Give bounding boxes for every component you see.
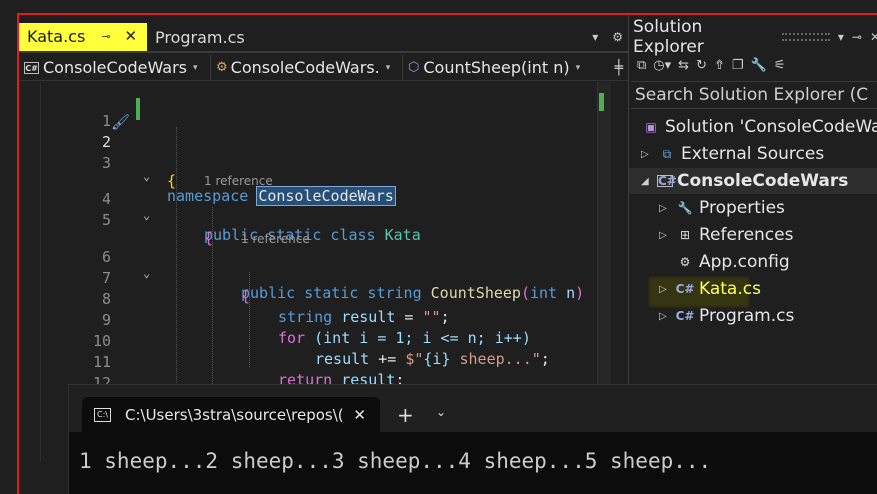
terminal-tab[interactable]: C:\ C:\Users\3stra\source\repos\( ✕ (82, 397, 380, 432)
visual-studio-window: Kata.cs ⊸ ✕ Program.cs ▾ ⚙ C# ConsoleCod… (17, 13, 877, 494)
class-name: ConsoleCodeWars. (230, 58, 380, 77)
collapse-all-icon[interactable]: ⇮ (714, 58, 725, 73)
tree-item-project[interactable]: ◢ C# ConsoleCodeWars (641, 168, 848, 194)
external-sources-icon: ⧉ (662, 146, 672, 161)
code-line: 11 return result; (19, 335, 619, 389)
terminal-tab-title: C:\Users\3stra\source\repos\( (125, 405, 344, 424)
expand-arrow-icon[interactable]: ▷ (659, 284, 675, 295)
sync-icon[interactable]: ⇆ (678, 58, 689, 73)
switch-views-icon[interactable]: ⧉ (637, 58, 646, 73)
terminal-tab-bar: C:\ C:\Users\3stra\source\repos\( ✕ + ⌄ (69, 385, 877, 432)
pin-icon[interactable]: ⊸ (852, 30, 862, 44)
code-line: 5 { (19, 193, 619, 247)
code-line: 7 { (19, 251, 619, 305)
code-line: 12 } (19, 356, 619, 410)
chevron-down-icon[interactable]: ⌄ (436, 405, 446, 419)
tree-item-properties[interactable]: ▷ 🔧 Properties (659, 195, 785, 221)
tree-item-label: References (699, 225, 794, 245)
settings-gear-icon[interactable]: ⚙ (612, 30, 623, 44)
collapse-arrow-icon[interactable]: ◢ (641, 176, 657, 187)
chevron-down-icon: ▾ (385, 62, 391, 73)
tree-item-kata-cs[interactable]: ▷ C# Kata.cs (659, 276, 761, 302)
expand-arrow-icon[interactable]: ▷ (659, 311, 675, 322)
tree-item-label: Program.cs (699, 306, 795, 326)
codelens-line: 1 reference (19, 214, 619, 246)
tab-label: Program.cs (155, 27, 245, 47)
code-line: 4 ⌄ public static class Kata (19, 172, 619, 244)
code-line: 1 (19, 94, 619, 130)
new-tab-plus-icon[interactable]: + (397, 403, 414, 427)
tree-item-app-config[interactable]: ⚙ App.config (675, 249, 790, 275)
close-icon[interactable]: ✕ (870, 30, 877, 44)
project-name: ConsoleCodeWars (43, 58, 187, 77)
chevron-down-icon: ▾ (575, 62, 581, 73)
tree-item-label: Solution 'ConsoleCodeWa (665, 117, 877, 137)
search-placeholder: Search Solution Explorer (C (635, 85, 869, 105)
navigation-bar: C# ConsoleCodeWars ▾ ⚙ ConsoleCodeWars. … (19, 55, 629, 81)
class-icon: ⚙ (216, 60, 228, 75)
solution-explorer-toolbar: ⧉ ◷▾ ⇆ ↻ ⇮ ❐ 🔧 ⚟ (629, 53, 877, 77)
member-dropdown[interactable]: ⬡ CountSheep(int n) ▾ (403, 55, 593, 80)
history-icon[interactable]: ◷▾ (653, 58, 671, 73)
code-line: 10 result += $"{i} sheep..."; (19, 314, 619, 368)
class-dropdown[interactable]: ⚙ ConsoleCodeWars. ▾ (211, 55, 403, 80)
code-line: 2 🖌 ⌄ namespace ConsoleCodeWars (19, 113, 619, 206)
panel-title: Solution Explorer (633, 17, 704, 57)
tab-label: Kata.cs (27, 26, 86, 46)
config-file-icon: ⚙ (679, 255, 691, 269)
close-icon[interactable]: ✕ (125, 27, 138, 45)
csharp-file-icon: C# (675, 309, 695, 323)
tree-item-label: ConsoleCodeWars (677, 171, 849, 191)
tab-dropdown-icon[interactable]: ▾ (592, 30, 598, 44)
solution-icon: ▣ (645, 120, 657, 134)
tree-item-label: App.config (699, 252, 790, 272)
references-icon: ⊞ (679, 228, 691, 242)
split-editor-icon[interactable]: ╪ (615, 60, 629, 76)
tab-program-cs[interactable]: Program.cs (147, 23, 257, 51)
expand-arrow-icon[interactable]: ▷ (659, 203, 675, 214)
refresh-icon[interactable]: ↻ (696, 58, 707, 73)
wrench-icon: 🔧 (677, 201, 693, 215)
code-line: 6 ⌄ public static string CountSheep(int … (19, 230, 619, 302)
tree-item-label: Properties (699, 198, 785, 218)
preview-icon[interactable]: ⚟ (774, 58, 786, 73)
csharp-project-icon: C# (657, 174, 677, 188)
code-line: 8 string result = ""; (19, 272, 619, 326)
search-solution-explorer-input[interactable]: Search Solution Explorer (C (631, 81, 877, 109)
terminal-window: C:\ C:\Users\3stra\source\repos\( ✕ + ⌄ … (68, 384, 877, 494)
tree-item-label: Kata.cs (699, 279, 761, 299)
solution-explorer-header: Solution Explorer ▾ ⊸ ✕ (629, 17, 877, 57)
show-all-files-icon[interactable]: ❐ (732, 58, 744, 73)
command-prompt-icon: C:\ (94, 407, 111, 422)
tab-kata-cs[interactable]: Kata.cs ⊸ ✕ (19, 23, 147, 51)
expand-arrow-icon[interactable]: ▷ (641, 149, 657, 160)
tree-item-solution[interactable]: ▣ Solution 'ConsoleCodeWa (641, 114, 877, 140)
chevron-down-icon[interactable]: ▾ (838, 30, 844, 44)
tree-item-program-cs[interactable]: ▷ C# Program.cs (659, 303, 794, 329)
code-line: 9 for (int i = 1; i <= n; i++) (19, 293, 619, 347)
quick-action-brush-icon[interactable]: 🖌 (111, 113, 130, 131)
expand-arrow-icon[interactable]: ▷ (659, 230, 675, 241)
drag-handle[interactable] (782, 33, 830, 41)
csharp-project-icon: C# (24, 61, 39, 74)
method-cube-icon: ⬡ (408, 60, 420, 75)
csharp-file-icon: C# (675, 282, 695, 296)
tree-item-references[interactable]: ▷ ⊞ References (659, 222, 793, 248)
editor-tab-bar: Kata.cs ⊸ ✕ Program.cs ▾ ⚙ (19, 23, 629, 53)
chevron-down-icon: ▾ (193, 62, 198, 73)
member-name: CountSheep(int n) (423, 58, 570, 77)
project-dropdown[interactable]: C# ConsoleCodeWars ▾ (19, 55, 211, 80)
scrollbar-change-marker (599, 93, 604, 111)
codelens-line: 1 reference (19, 156, 619, 188)
terminal-output: 1 sheep...2 sheep...3 sheep...4 sheep...… (79, 449, 712, 473)
pin-icon[interactable]: ⊸ (101, 30, 110, 43)
code-line: 3 { (19, 136, 619, 190)
tree-item-label: External Sources (681, 144, 825, 164)
tree-item-external-sources[interactable]: ▷ ⧉ External Sources (641, 141, 824, 167)
close-icon[interactable]: ✕ (353, 406, 366, 424)
properties-wrench-icon[interactable]: 🔧 (751, 58, 767, 73)
